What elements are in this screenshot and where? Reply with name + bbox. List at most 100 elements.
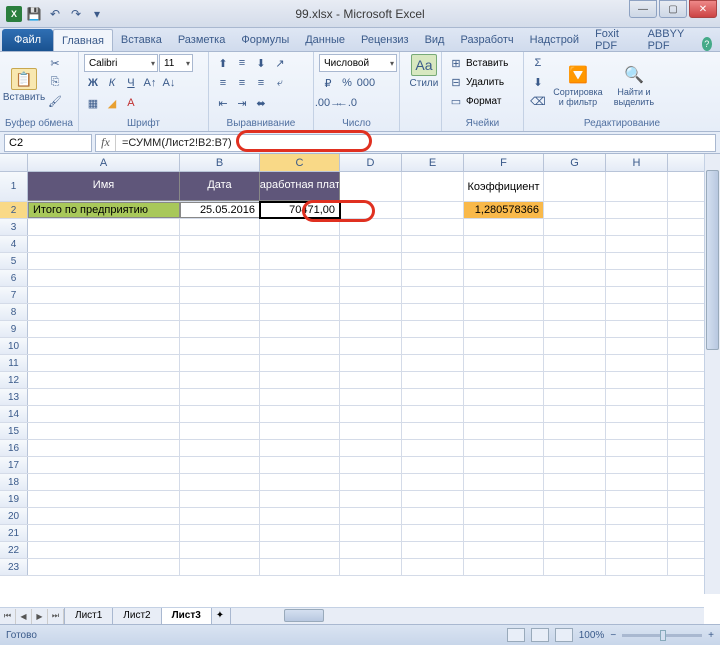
cell-b6[interactable] <box>180 270 260 286</box>
cell-c14[interactable] <box>260 406 340 422</box>
cell-b14[interactable] <box>180 406 260 422</box>
orientation-button[interactable]: ↗ <box>271 54 289 72</box>
cell-a19[interactable] <box>28 491 180 507</box>
cell-e9[interactable] <box>402 321 464 337</box>
cell-e23[interactable] <box>402 559 464 575</box>
zoom-in-button[interactable]: + <box>708 630 714 641</box>
cell-f5[interactable] <box>464 253 544 269</box>
row-header-14[interactable]: 14 <box>0 406 28 422</box>
fill-button[interactable]: ⬇ <box>529 73 547 91</box>
cells-insert-button[interactable]: ⊞Вставить <box>447 54 518 72</box>
sheet-nav-first[interactable]: ⏮ <box>0 609 16 624</box>
cell-b18[interactable] <box>180 474 260 490</box>
cell-a20[interactable] <box>28 508 180 524</box>
cell-b7[interactable] <box>180 287 260 303</box>
help-icon[interactable]: ? <box>702 37 712 51</box>
cell-h8[interactable] <box>606 304 668 320</box>
cell-f20[interactable] <box>464 508 544 524</box>
cell-b2[interactable]: 25.05.2016 <box>180 202 260 218</box>
cell-b13[interactable] <box>180 389 260 405</box>
cell-g18[interactable] <box>544 474 606 490</box>
view-layout-button[interactable] <box>531 628 549 642</box>
undo-button[interactable]: ↶ <box>46 5 64 23</box>
cell-g13[interactable] <box>544 389 606 405</box>
cell-f3[interactable] <box>464 219 544 235</box>
cell-f1[interactable]: Коэффициент <box>464 172 544 201</box>
new-sheet-button[interactable]: ✦ <box>211 608 231 625</box>
cell-e5[interactable] <box>402 253 464 269</box>
cell-e12[interactable] <box>402 372 464 388</box>
row-header-3[interactable]: 3 <box>0 219 28 235</box>
tab-foxit[interactable]: Foxit PDF <box>587 29 640 51</box>
cells-format-button[interactable]: ▭Формат <box>447 92 518 110</box>
percent-button[interactable]: % <box>338 74 356 92</box>
cell-g9[interactable] <box>544 321 606 337</box>
cell-a15[interactable] <box>28 423 180 439</box>
cell-h2[interactable] <box>606 202 668 218</box>
row-header-13[interactable]: 13 <box>0 389 28 405</box>
sheet-nav-last[interactable]: ⏭ <box>48 609 64 624</box>
cell-f17[interactable] <box>464 457 544 473</box>
cell-d4[interactable] <box>340 236 402 252</box>
cell-b21[interactable] <box>180 525 260 541</box>
cell-a5[interactable] <box>28 253 180 269</box>
cell-e22[interactable] <box>402 542 464 558</box>
increase-indent-button[interactable]: ⇥ <box>233 94 251 112</box>
cell-h3[interactable] <box>606 219 668 235</box>
cell-f23[interactable] <box>464 559 544 575</box>
row-header-20[interactable]: 20 <box>0 508 28 524</box>
cell-f18[interactable] <box>464 474 544 490</box>
cell-b12[interactable] <box>180 372 260 388</box>
cell-h18[interactable] <box>606 474 668 490</box>
cell-a17[interactable] <box>28 457 180 473</box>
tab-layout[interactable]: Разметка <box>170 29 234 51</box>
cell-e14[interactable] <box>402 406 464 422</box>
row-header-6[interactable]: 6 <box>0 270 28 286</box>
col-header-d[interactable]: D <box>340 154 402 171</box>
cell-c21[interactable] <box>260 525 340 541</box>
row-header-23[interactable]: 23 <box>0 559 28 575</box>
cell-a7[interactable] <box>28 287 180 303</box>
comma-button[interactable]: 000 <box>357 74 375 92</box>
cell-e2[interactable] <box>402 202 464 218</box>
row-header-22[interactable]: 22 <box>0 542 28 558</box>
horizontal-scrollbar[interactable] <box>270 609 704 623</box>
sheet-nav-prev[interactable]: ◀ <box>16 609 32 624</box>
cell-h14[interactable] <box>606 406 668 422</box>
cell-e10[interactable] <box>402 338 464 354</box>
row-header-9[interactable]: 9 <box>0 321 28 337</box>
cell-c17[interactable] <box>260 457 340 473</box>
cell-c20[interactable] <box>260 508 340 524</box>
cell-f8[interactable] <box>464 304 544 320</box>
col-header-g[interactable]: G <box>544 154 606 171</box>
cell-a2[interactable]: Итого по предприятию <box>28 202 180 218</box>
cell-a9[interactable] <box>28 321 180 337</box>
cell-f12[interactable] <box>464 372 544 388</box>
cell-d6[interactable] <box>340 270 402 286</box>
cell-a18[interactable] <box>28 474 180 490</box>
tab-developer[interactable]: Разработч <box>452 29 521 51</box>
cell-h12[interactable] <box>606 372 668 388</box>
cell-b19[interactable] <box>180 491 260 507</box>
increase-font-button[interactable]: A↑ <box>141 74 159 92</box>
bold-button[interactable]: Ж <box>84 74 102 92</box>
cell-g17[interactable] <box>544 457 606 473</box>
cell-a14[interactable] <box>28 406 180 422</box>
close-button[interactable]: ✕ <box>689 0 717 18</box>
cell-b1[interactable]: Дата <box>180 172 260 201</box>
zoom-out-button[interactable]: − <box>610 630 616 641</box>
cell-h15[interactable] <box>606 423 668 439</box>
view-break-button[interactable] <box>555 628 573 642</box>
cell-c11[interactable] <box>260 355 340 371</box>
col-header-f[interactable]: F <box>464 154 544 171</box>
cell-h22[interactable] <box>606 542 668 558</box>
cell-d16[interactable] <box>340 440 402 456</box>
cell-a13[interactable] <box>28 389 180 405</box>
cell-c16[interactable] <box>260 440 340 456</box>
align-bottom-button[interactable]: ⬇ <box>252 54 270 72</box>
cell-d10[interactable] <box>340 338 402 354</box>
cell-b17[interactable] <box>180 457 260 473</box>
currency-button[interactable]: ₽ <box>319 74 337 92</box>
cell-g22[interactable] <box>544 542 606 558</box>
cell-c15[interactable] <box>260 423 340 439</box>
